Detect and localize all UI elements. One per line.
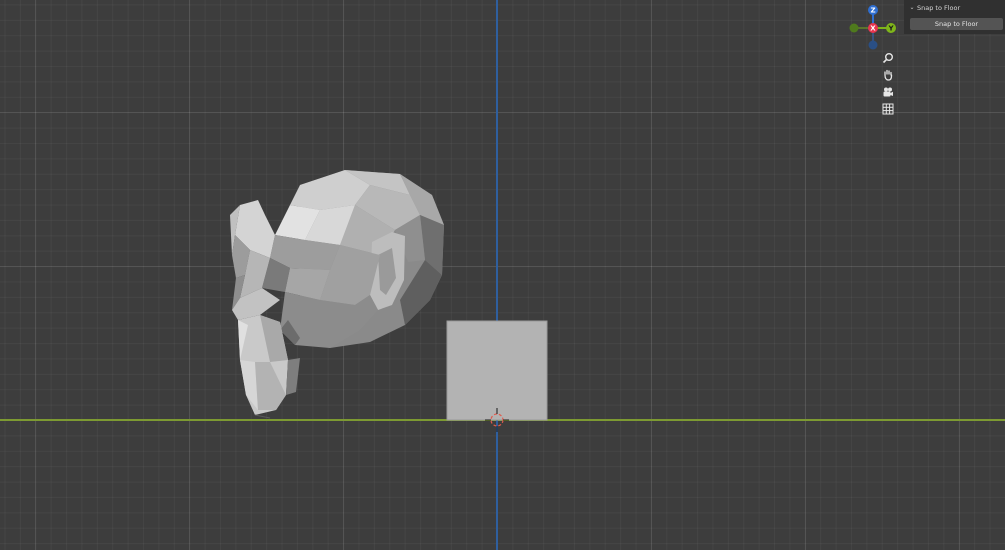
panel-header[interactable]: ⌄ Snap to Floor [904,0,1005,15]
gizmo-z-ball[interactable]: Z [868,5,878,15]
magnifier-icon [882,53,893,64]
monkey-head-mesh[interactable] [230,170,444,419]
snap-to-floor-panel: ⌄ Snap to Floor Snap to Floor [904,0,1005,34]
cube-mesh[interactable] [446,320,548,421]
pan-button[interactable] [879,67,897,83]
gizmo-neg-y-ball[interactable] [849,23,859,33]
camera-icon [883,87,893,97]
gizmo-y-label: Y [887,25,894,33]
chevron-down-icon: ⌄ [909,4,915,11]
perspective-toggle-button[interactable] [879,101,897,117]
camera-view-button[interactable] [879,84,897,100]
hand-icon [884,69,893,81]
panel-header-label: Snap to Floor [917,3,961,12]
snap-to-floor-button[interactable]: Snap to Floor [910,18,1003,30]
3d-viewport[interactable]: Z Y X ⌄ Snap to Floor Snap to Floor [0,0,1005,550]
grid-icon [882,103,894,115]
gizmo-neg-z-ball[interactable] [868,40,878,50]
zoom-button[interactable] [879,50,897,66]
gizmo-z-label: Z [870,7,875,15]
navigation-gizmo[interactable]: Z Y X [846,2,902,52]
scene-objects [230,170,548,432]
gizmo-y-ball[interactable]: Y [886,23,896,33]
gizmo-x-ball[interactable]: X [868,23,878,33]
gizmo-x-label: X [870,25,876,33]
